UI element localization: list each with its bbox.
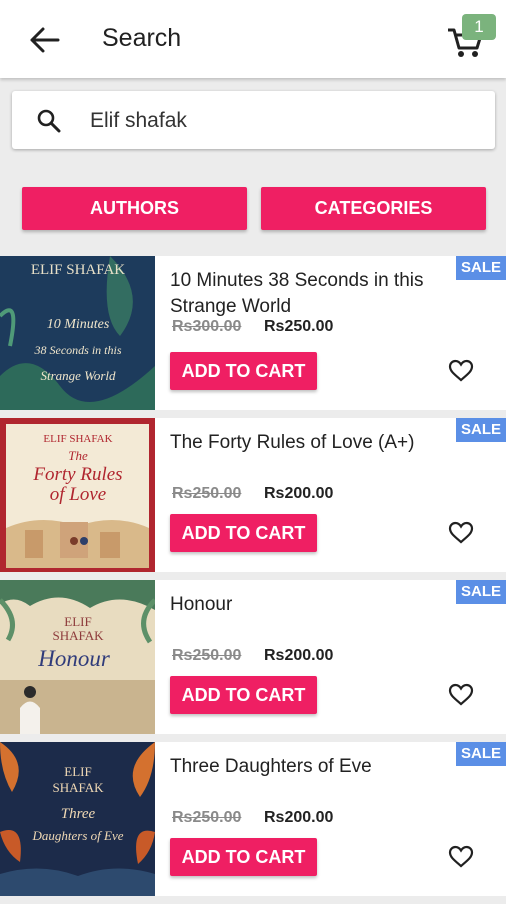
heart-icon[interactable] [448, 845, 474, 869]
heart-icon[interactable] [448, 359, 474, 383]
cover-title-line: of Love [50, 484, 106, 505]
cover-title-line: 10 Minutes [47, 317, 110, 332]
original-price: Rs250.00 [172, 809, 242, 826]
sale-price: Rs250.00 [264, 318, 334, 335]
heart-icon[interactable] [448, 683, 474, 707]
cover-title-line: Honour [37, 646, 111, 671]
book-card[interactable]: ELIF SHAFAK 10 Minutes 38 Seconds in thi… [0, 256, 506, 410]
original-price: Rs250.00 [172, 647, 242, 664]
sale-price: Rs200.00 [264, 647, 334, 664]
cover-title-line: Forty Rules [32, 464, 122, 485]
cover-title-line: 38 Seconds in this [34, 343, 122, 357]
authors-button[interactable]: AUTHORS [22, 187, 247, 230]
sale-badge: SALE [456, 256, 506, 280]
categories-button[interactable]: CATEGORIES [261, 187, 486, 230]
page-title: Search [102, 24, 182, 52]
cover-author-text: ELIF SHAFAK [31, 262, 125, 278]
sale-badge: SALE [456, 580, 506, 604]
book-card[interactable]: ELIF SHAFAK The Forty Rules of Love The … [0, 418, 506, 572]
book-title[interactable]: Three Daughters of Eve [170, 754, 450, 780]
original-price: Rs300.00 [172, 318, 242, 335]
add-to-cart-button[interactable]: ADD TO CART [170, 838, 317, 876]
add-to-cart-button[interactable]: ADD TO CART [170, 514, 317, 552]
heart-icon[interactable] [448, 521, 474, 545]
search-input[interactable] [88, 103, 482, 139]
cover-author-text: ELIF [64, 764, 91, 779]
sale-price: Rs200.00 [264, 809, 334, 826]
book-cover-image: ELIF SHAFAK Honour [0, 580, 155, 734]
add-to-cart-button[interactable]: ADD TO CART [170, 676, 317, 714]
book-cover-image: ELIF SHAFAK Three Daughters of Eve [0, 742, 155, 896]
cover-title-line: SHAFAK [52, 628, 104, 643]
search-icon [36, 108, 62, 134]
book-cover-image: ELIF SHAFAK The Forty Rules of Love [0, 418, 155, 572]
back-arrow-icon[interactable] [28, 24, 64, 56]
cover-title-line: Three [61, 806, 96, 822]
book-card[interactable]: ELIF SHAFAK Honour Honour Rs250.00 Rs200… [0, 580, 506, 734]
search-bar[interactable] [12, 91, 495, 149]
cover-title-line: SHAFAK [52, 780, 104, 795]
app-bar: Search 1 [0, 0, 506, 78]
book-cover-image: ELIF SHAFAK 10 Minutes 38 Seconds in thi… [0, 256, 155, 410]
book-title[interactable]: 10 Minutes 38 Seconds in this Strange Wo… [170, 268, 450, 320]
add-to-cart-button[interactable]: ADD TO CART [170, 352, 317, 390]
cart-count-badge: 1 [462, 14, 496, 40]
cover-author-text: ELIF SHAFAK [43, 433, 112, 445]
cover-title-line: Strange World [41, 368, 116, 383]
cover-author-text: ELIF [64, 614, 91, 629]
sale-badge: SALE [456, 418, 506, 442]
sale-badge: SALE [456, 742, 506, 766]
cover-title-line: The [68, 448, 88, 463]
book-title[interactable]: The Forty Rules of Love (A+) [170, 430, 450, 456]
original-price: Rs250.00 [172, 485, 242, 502]
book-list: ELIF SHAFAK 10 Minutes 38 Seconds in thi… [0, 256, 506, 904]
sale-price: Rs200.00 [264, 485, 334, 502]
book-card[interactable]: ELIF SHAFAK Three Daughters of Eve Three… [0, 742, 506, 896]
book-title[interactable]: Honour [170, 592, 450, 618]
cover-title-line: Daughters of Eve [32, 828, 124, 843]
